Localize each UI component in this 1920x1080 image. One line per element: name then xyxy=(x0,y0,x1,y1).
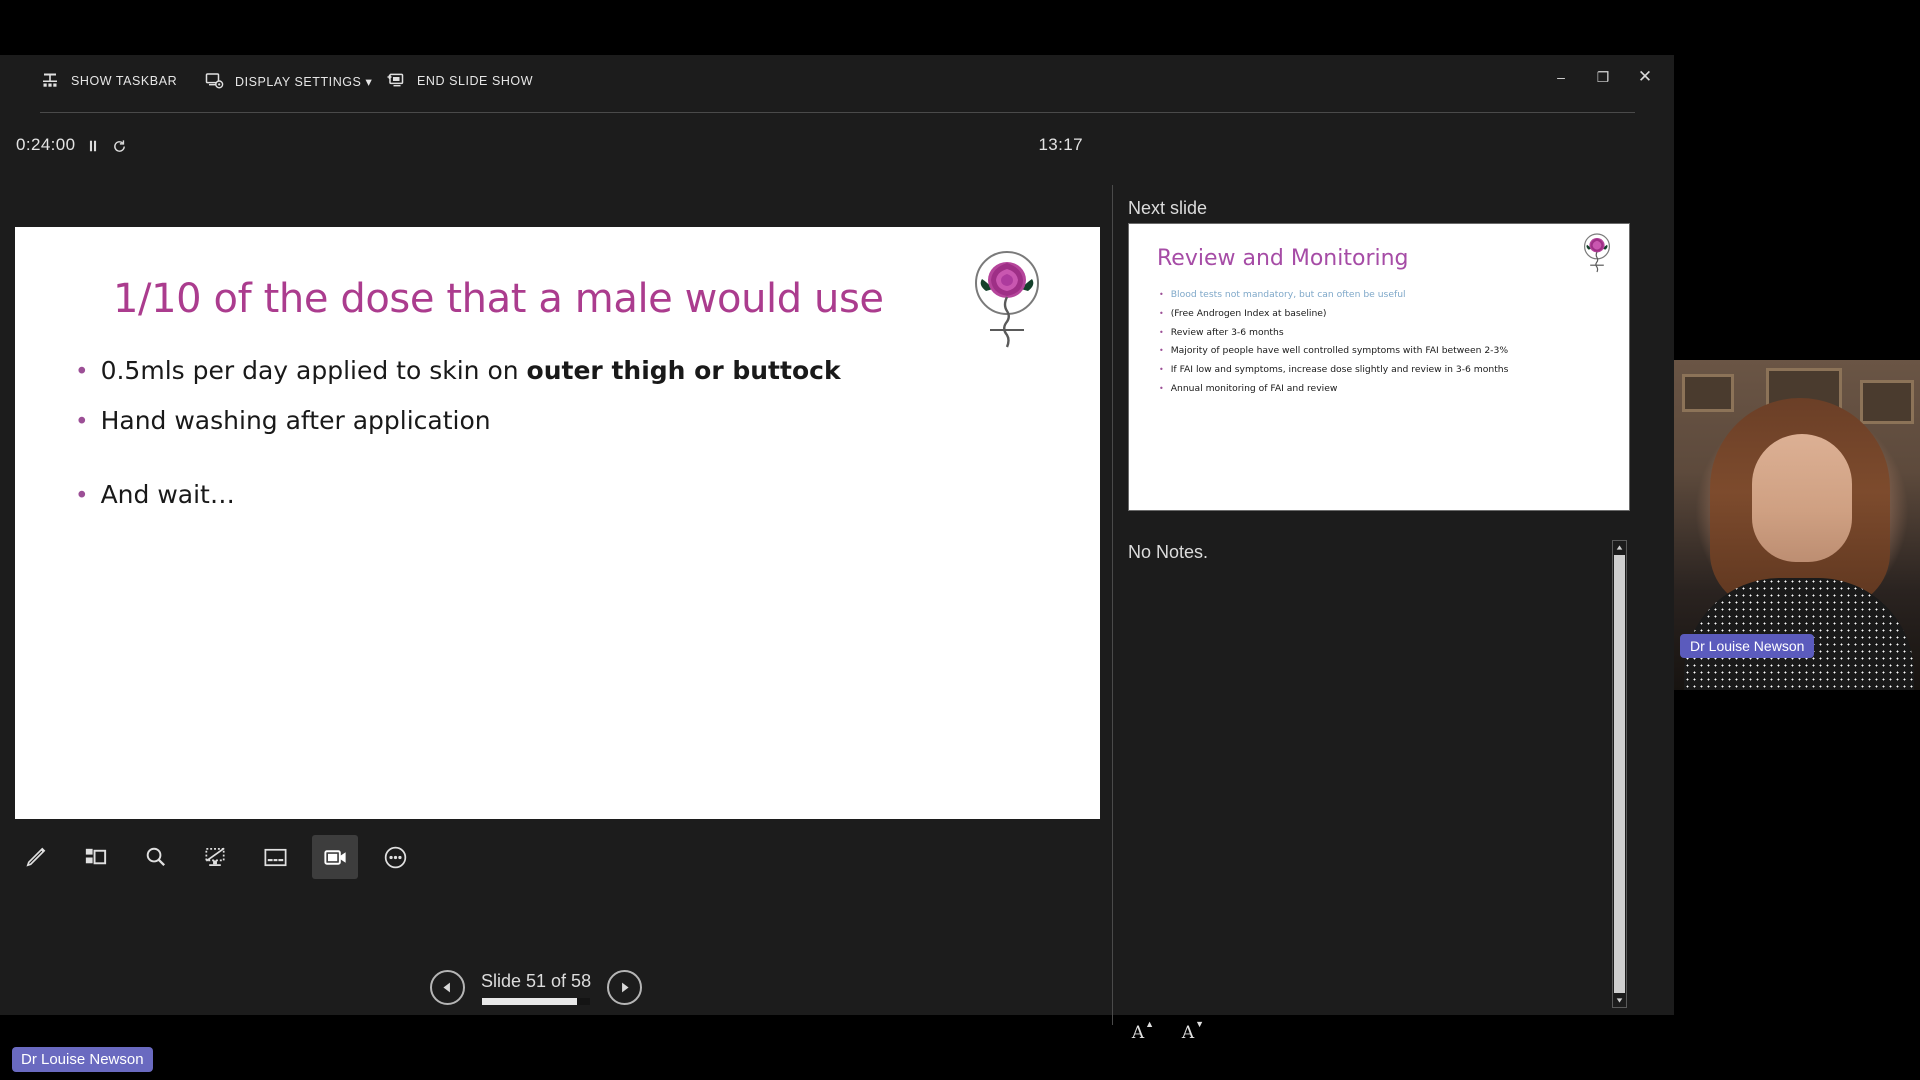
font-smaller-letter: A xyxy=(1181,1023,1195,1043)
taskbar-icon xyxy=(40,71,60,91)
bullet-dot-icon: • xyxy=(75,359,89,385)
end-slide-show-label: END SLIDE SHOW xyxy=(417,74,534,88)
scroll-up-icon[interactable] xyxy=(1613,541,1626,554)
bullet-dot-icon: • xyxy=(1159,327,1164,337)
next-slide-bullet: • (Free Androgen Index at baseline) xyxy=(1159,307,1609,320)
participant-video-tile[interactable]: Dr Louise Newson xyxy=(1674,360,1920,690)
previous-arrow-icon xyxy=(443,982,450,993)
slide-title: 1/10 of the dose that a male would use xyxy=(113,276,884,322)
increase-font-button[interactable]: A ▲ xyxy=(1128,1017,1158,1043)
slide-bullet: • 0.5mls per day applied to skin on oute… xyxy=(75,355,1035,387)
end-slide-show-button[interactable]: END SLIDE SHOW xyxy=(386,71,533,91)
wall-frame-decor xyxy=(1682,374,1734,412)
slide-bullet: • And wait… xyxy=(75,479,1035,511)
command-bar-divider xyxy=(40,112,1635,113)
screen: SHOW TASKBAR DISPLAY SETTINGS ▾ END SLID… xyxy=(0,0,1920,1080)
slide-counter: Slide 51 of 58 xyxy=(481,970,592,991)
presenter-view-window: SHOW TASKBAR DISPLAY SETTINGS ▾ END SLID… xyxy=(0,55,1674,1043)
bullet-dot-icon: • xyxy=(1159,290,1164,299)
magnifier-icon xyxy=(146,847,165,866)
subtitles-icon xyxy=(264,848,286,866)
next-slide-bullet-list: • Blood tests not mandatory, but can oft… xyxy=(1159,289,1609,403)
pen-tool-button[interactable] xyxy=(12,835,58,879)
black-screen-icon xyxy=(204,847,225,866)
more-options-button[interactable] xyxy=(372,835,418,879)
slide-bullet-text: And wait… xyxy=(100,480,235,509)
window-controls: – ❐ ✕ xyxy=(1540,60,1666,94)
all-slides-icon xyxy=(85,848,106,864)
slide-bullet-text: Hand washing after application xyxy=(100,406,491,435)
participant-name-badge: Dr Louise Newson xyxy=(1680,634,1815,658)
next-slide-bullet: • Annual monitoring of FAI and review xyxy=(1159,382,1609,395)
next-slide-bullet-text: Majority of people have well controlled … xyxy=(1170,345,1509,357)
slide-progress-fill xyxy=(482,997,578,1005)
show-taskbar-label: SHOW TASKBAR xyxy=(71,74,178,88)
font-larger-letter: A xyxy=(1131,1023,1145,1043)
presenter-command-bar: SHOW TASKBAR DISPLAY SETTINGS ▾ END SLID… xyxy=(0,55,1674,113)
notes-text[interactable]: No Notes. xyxy=(1128,542,1208,563)
next-slide-bullet-text: Blood tests not mandatory, but can often… xyxy=(1170,289,1406,300)
slide-bullet-list: • 0.5mls per day applied to skin on oute… xyxy=(75,355,1035,511)
decrease-font-button[interactable]: A ▼ xyxy=(1178,1017,1208,1043)
display-settings-icon xyxy=(204,71,224,91)
next-slide-bullet: • If FAI low and symptoms, increase dose… xyxy=(1159,364,1609,376)
bullet-dot-icon: • xyxy=(1159,346,1164,356)
next-slide-bullet-text: (Free Androgen Index at baseline) xyxy=(1170,307,1327,319)
slide-counter-group: Slide 51 of 58 xyxy=(481,971,591,1005)
slide-bullet-text: 0.5mls per day applied to skin on outer … xyxy=(100,356,841,385)
next-slide-label: Next slide xyxy=(1128,198,1208,218)
minimize-button[interactable]: – xyxy=(1540,60,1582,94)
next-slide-bullet: • Review after 3-6 months xyxy=(1159,326,1609,339)
notes-font-controls: A ▲ A ▼ xyxy=(1128,1017,1208,1043)
zoom-tool-button[interactable] xyxy=(132,835,178,879)
pen-icon xyxy=(25,847,45,867)
bullet-dot-icon: • xyxy=(75,483,89,509)
camera-tool-button[interactable] xyxy=(312,835,358,879)
show-taskbar-button[interactable]: SHOW TASKBAR xyxy=(40,71,177,91)
next-arrow-icon xyxy=(622,982,629,993)
next-slide-bullet: • Majority of people have well controlle… xyxy=(1159,346,1609,357)
current-slide[interactable]: 1/10 of the dose that a male would use •… xyxy=(15,227,1100,819)
close-button[interactable]: ✕ xyxy=(1624,60,1666,94)
bullet-dot-icon: • xyxy=(75,409,89,435)
wall-clock: 13:17 xyxy=(1038,135,1083,154)
bullet-dot-icon: • xyxy=(1159,383,1164,393)
slide-bullet: • Hand washing after application xyxy=(75,405,1035,437)
bottom-participant-name-badge: Dr Louise Newson xyxy=(12,1047,153,1072)
next-slide-bullet-text: Review after 3-6 months xyxy=(1170,326,1284,338)
more-options-icon xyxy=(384,846,406,868)
font-smaller-caret-icon: ▼ xyxy=(1195,1019,1205,1029)
end-slide-show-icon xyxy=(386,71,406,91)
black-screen-tool-button[interactable] xyxy=(192,835,238,879)
next-slide-bullet-text: Annual monitoring of FAI and review xyxy=(1170,382,1338,394)
restore-button[interactable]: ❐ xyxy=(1582,60,1624,94)
scroll-down-icon[interactable] xyxy=(1613,994,1626,1007)
display-settings-label: DISPLAY SETTINGS ▾ xyxy=(235,74,373,89)
notes-scrollbar[interactable] xyxy=(1612,540,1627,1008)
next-slide-title: Review and Monitoring xyxy=(1157,246,1409,271)
next-slide-button[interactable] xyxy=(607,970,643,1005)
font-larger-caret-icon: ▲ xyxy=(1145,1019,1155,1029)
participant-face xyxy=(1752,434,1852,562)
all-slides-tool-button[interactable] xyxy=(72,835,118,879)
previous-slide-button[interactable] xyxy=(430,970,465,1005)
bullet-dot-icon: • xyxy=(1159,308,1164,318)
next-slide-bullet: • Blood tests not mandatory, but can oft… xyxy=(1159,289,1609,301)
display-settings-button[interactable]: DISPLAY SETTINGS ▾ xyxy=(204,71,372,91)
rose-logo-icon xyxy=(962,247,1052,357)
camera-icon xyxy=(323,849,346,865)
slide-navigation: Slide 51 of 58 xyxy=(430,970,643,1005)
rose-logo-icon xyxy=(1579,232,1615,276)
presenter-toolbar xyxy=(12,835,418,879)
slide-progress-bar[interactable] xyxy=(482,997,591,1005)
next-slide-preview[interactable]: Review and Monitoring • Blood tests not … xyxy=(1128,223,1630,511)
pane-divider xyxy=(1112,185,1113,1025)
bullet-dot-icon: • xyxy=(1159,365,1164,375)
next-slide-bullet-text: If FAI low and symptoms, increase dose s… xyxy=(1170,364,1509,376)
scrollbar-thumb[interactable] xyxy=(1614,555,1625,993)
wall-frame-decor xyxy=(1860,380,1914,424)
timer-row: 0:24:00 13:17 xyxy=(0,127,1110,169)
subtitles-tool-button[interactable] xyxy=(252,835,298,879)
